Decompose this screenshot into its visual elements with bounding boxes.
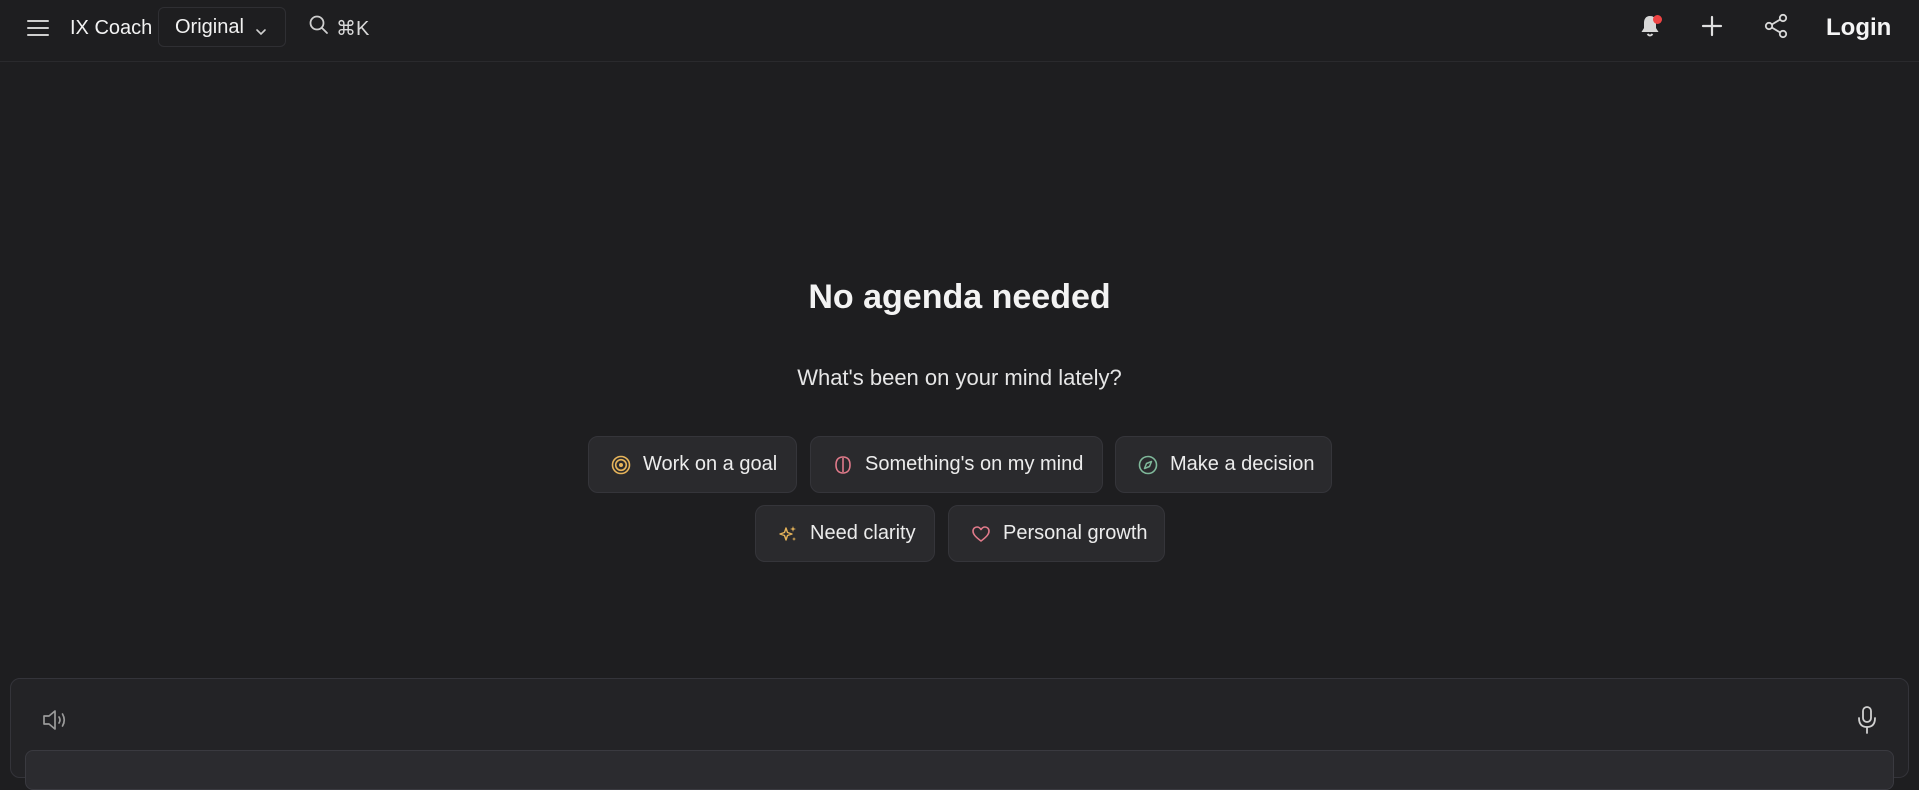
chip-personal-growth[interactable]: Personal growth xyxy=(948,505,1165,562)
brain-icon xyxy=(833,454,853,476)
brand-name[interactable]: IX Coach xyxy=(70,16,152,40)
message-input[interactable] xyxy=(25,750,1894,790)
notification-dot xyxy=(1653,15,1662,24)
notifications-button[interactable] xyxy=(1634,12,1666,44)
chip-label: Something's on my mind xyxy=(865,453,1084,475)
compass-icon xyxy=(1138,454,1158,476)
share-icon xyxy=(1763,13,1789,44)
model-select-value: Original xyxy=(175,15,244,38)
chevron-down-icon xyxy=(255,21,267,44)
chip-something-on-my-mind[interactable]: Something's on my mind xyxy=(810,436,1103,493)
plus-icon xyxy=(1700,14,1724,43)
model-select[interactable]: Original xyxy=(158,7,286,47)
speaker-icon[interactable] xyxy=(39,703,73,737)
search-icon xyxy=(308,14,330,42)
share-button[interactable] xyxy=(1760,12,1792,44)
new-chat-button[interactable] xyxy=(1696,12,1728,44)
target-icon xyxy=(611,454,631,476)
menu-icon[interactable] xyxy=(24,14,52,42)
microphone-icon[interactable] xyxy=(1852,703,1882,737)
login-button[interactable]: Login xyxy=(1826,12,1891,44)
search-button[interactable]: ⌘K xyxy=(308,14,369,42)
chip-need-clarity[interactable]: Need clarity xyxy=(755,505,935,562)
page-title: No agenda needed xyxy=(808,278,1111,316)
chip-label: Make a decision xyxy=(1170,453,1315,475)
chip-label: Work on a goal xyxy=(643,453,778,475)
sparkles-icon xyxy=(778,523,798,545)
top-bar: IX Coach Original ⌘K Login xyxy=(0,0,1919,62)
message-composer xyxy=(10,678,1909,790)
chip-work-on-a-goal[interactable]: Work on a goal xyxy=(588,436,797,493)
chip-label: Need clarity xyxy=(810,522,916,544)
chip-label: Personal growth xyxy=(1003,522,1148,544)
page-subtitle: What's been on your mind lately? xyxy=(797,365,1122,390)
search-shortcut: ⌘K xyxy=(336,17,370,40)
heart-icon xyxy=(971,523,991,545)
chip-make-a-decision[interactable]: Make a decision xyxy=(1115,436,1332,493)
